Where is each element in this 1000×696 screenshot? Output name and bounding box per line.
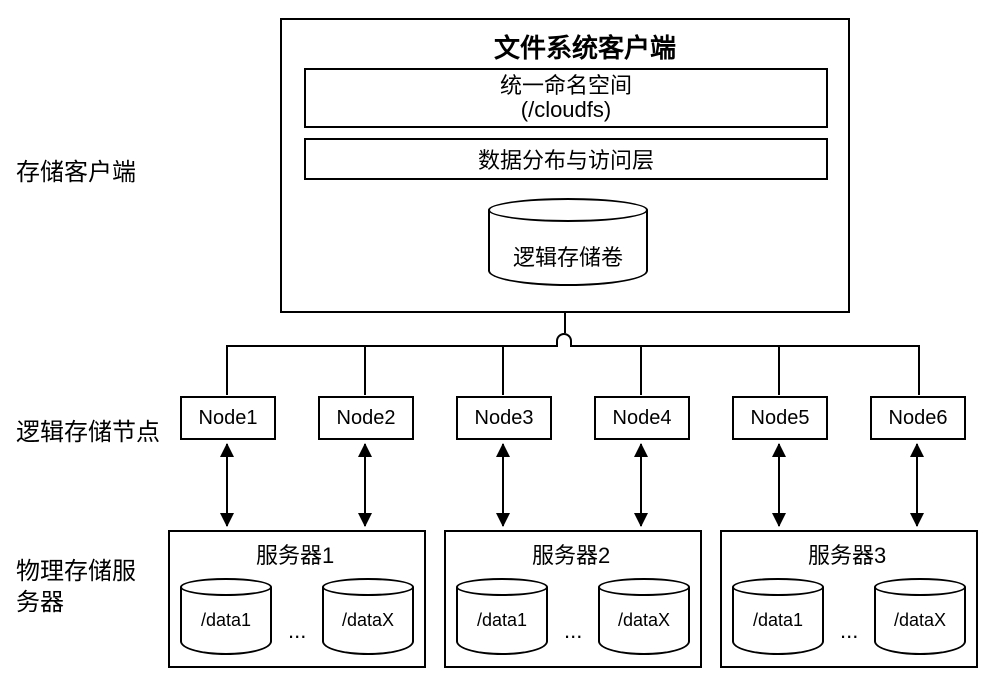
namespace-box: 统一命名空间 (/cloudfs) <box>304 68 828 128</box>
server-1-disk-1: /data1 <box>180 578 272 656</box>
drop-2 <box>364 345 366 395</box>
namespace-bottom: (/cloudfs) <box>521 98 611 122</box>
arrow-3 <box>502 444 504 526</box>
drop-4 <box>640 345 642 395</box>
drop-3 <box>502 345 504 395</box>
logical-volume-label: 逻辑存储卷 <box>488 240 648 272</box>
node-1: Node1 <box>180 396 276 440</box>
server-3-ellipsis: ... <box>840 618 858 644</box>
arrow-4 <box>640 444 642 526</box>
server-1-title: 服务器1 <box>256 538 334 570</box>
server-2-title: 服务器2 <box>532 538 610 570</box>
namespace-top: 统一命名空间 <box>500 74 632 98</box>
logical-volume-cylinder: 逻辑存储卷 <box>488 198 648 288</box>
label-physical-server: 物理存储服务器 <box>16 556 146 618</box>
arrow-2 <box>364 444 366 526</box>
label-storage-client: 存储客户端 <box>16 152 136 187</box>
label-logical-node: 逻辑存储节点 <box>16 412 160 447</box>
bracket-stem <box>564 313 566 333</box>
node-6: Node6 <box>870 396 966 440</box>
server-1-ellipsis: ... <box>288 618 306 644</box>
data-layer-box: 数据分布与访问层 <box>304 138 828 180</box>
arrow-6 <box>916 444 918 526</box>
server-1-disk-x: /dataX <box>322 578 414 656</box>
node-5: Node5 <box>732 396 828 440</box>
bracket-top-left <box>228 345 557 347</box>
bracket-notch <box>556 333 572 347</box>
arrow-5 <box>778 444 780 526</box>
bracket-top-right <box>572 345 920 347</box>
server-2-ellipsis: ... <box>564 618 582 644</box>
server-3-disk-x: /dataX <box>874 578 966 656</box>
node-2: Node2 <box>318 396 414 440</box>
bracket-end-l <box>226 345 228 395</box>
node-3: Node3 <box>456 396 552 440</box>
arrow-1 <box>226 444 228 526</box>
client-title: 文件系统客户端 <box>460 28 710 65</box>
bracket-end-r <box>918 345 920 395</box>
server-2-disk-1: /data1 <box>456 578 548 656</box>
server-2-disk-x: /dataX <box>598 578 690 656</box>
data-layer-label: 数据分布与访问层 <box>478 143 654 175</box>
server-3-disk-1: /data1 <box>732 578 824 656</box>
node-4: Node4 <box>594 396 690 440</box>
drop-5 <box>778 345 780 395</box>
server-3-title: 服务器3 <box>808 538 886 570</box>
